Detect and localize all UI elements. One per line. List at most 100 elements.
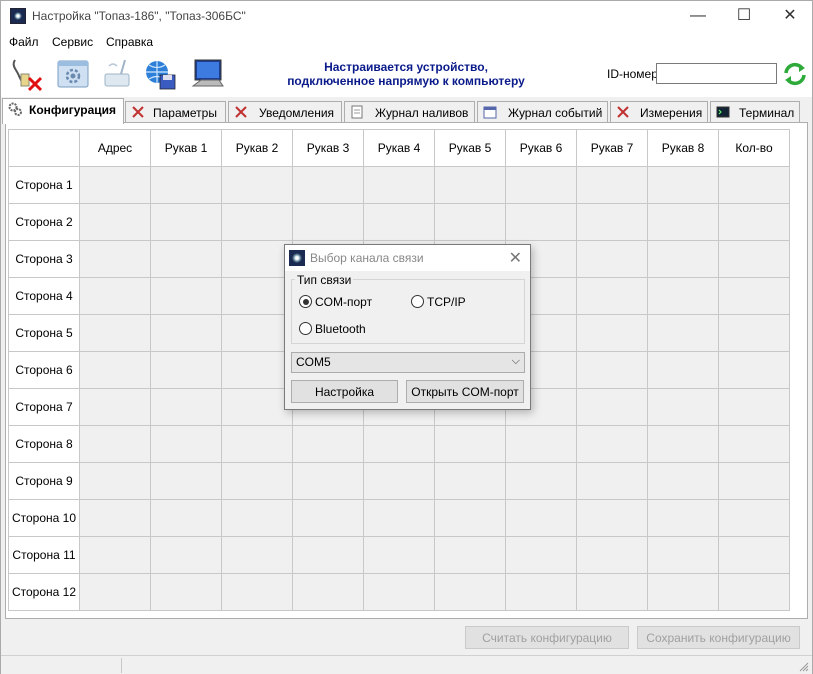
grid-cell[interactable]	[79, 425, 151, 463]
grid-cell[interactable]	[150, 277, 222, 315]
grid-cell[interactable]	[718, 388, 790, 426]
grid-cell[interactable]	[221, 203, 293, 241]
grid-cell[interactable]	[718, 314, 790, 352]
grid-cell[interactable]	[505, 166, 577, 204]
disconnect-icon[interactable]	[9, 56, 45, 92]
grid-col-header[interactable]: Кол-во	[718, 129, 790, 167]
grid-row-header[interactable]: Сторона 2	[8, 203, 80, 241]
grid-cell[interactable]	[292, 536, 364, 574]
grid-cell[interactable]	[647, 425, 719, 463]
grid-cell[interactable]	[718, 240, 790, 278]
grid-cell[interactable]	[292, 573, 364, 611]
grid-cell[interactable]	[505, 203, 577, 241]
grid-col-header[interactable]: Адрес	[79, 129, 151, 167]
grid-cell[interactable]	[434, 536, 506, 574]
grid-cell[interactable]	[221, 573, 293, 611]
grid-cell[interactable]	[79, 388, 151, 426]
grid-cell[interactable]	[221, 166, 293, 204]
grid-cell[interactable]	[363, 166, 435, 204]
tab-terminal[interactable]: Терминал	[710, 101, 800, 123]
refresh-icon[interactable]	[782, 61, 808, 87]
grid-cell[interactable]	[79, 166, 151, 204]
grid-cell[interactable]	[718, 166, 790, 204]
grid-cell[interactable]	[505, 536, 577, 574]
grid-cell[interactable]	[292, 425, 364, 463]
grid-cell[interactable]	[576, 462, 648, 500]
grid-col-header[interactable]: Рукав 6	[505, 129, 577, 167]
resize-grip-icon[interactable]	[799, 662, 809, 672]
grid-cell[interactable]	[363, 573, 435, 611]
grid-cell[interactable]	[718, 425, 790, 463]
grid-row-header[interactable]: Сторона 10	[8, 499, 80, 537]
grid-cell[interactable]	[647, 462, 719, 500]
grid-cell[interactable]	[576, 536, 648, 574]
grid-row-header[interactable]: Сторона 9	[8, 462, 80, 500]
port-select[interactable]: COM5 ⌵	[291, 352, 525, 373]
grid-cell[interactable]	[79, 277, 151, 315]
grid-cell[interactable]	[505, 499, 577, 537]
grid-cell[interactable]	[434, 499, 506, 537]
grid-cell[interactable]	[434, 203, 506, 241]
grid-cell[interactable]	[79, 351, 151, 389]
grid-cell[interactable]	[434, 462, 506, 500]
grid-cell[interactable]	[505, 573, 577, 611]
grid-col-header[interactable]: Рукав 3	[292, 129, 364, 167]
grid-row-header[interactable]: Сторона 8	[8, 425, 80, 463]
grid-cell[interactable]	[576, 277, 648, 315]
grid-row-header[interactable]: Сторона 3	[8, 240, 80, 278]
grid-cell[interactable]	[647, 499, 719, 537]
grid-cell[interactable]	[718, 277, 790, 315]
grid-cell[interactable]	[576, 499, 648, 537]
grid-cell[interactable]	[150, 203, 222, 241]
grid-cell[interactable]	[150, 166, 222, 204]
grid-cell[interactable]	[576, 573, 648, 611]
grid-cell[interactable]	[292, 203, 364, 241]
grid-cell[interactable]	[434, 573, 506, 611]
grid-cell[interactable]	[576, 314, 648, 352]
grid-cell[interactable]	[647, 573, 719, 611]
grid-col-header[interactable]: Рукав 1	[150, 129, 222, 167]
grid-cell[interactable]	[221, 425, 293, 463]
grid-cell[interactable]	[150, 499, 222, 537]
grid-cell[interactable]	[576, 203, 648, 241]
grid-row-header[interactable]: Сторона 11	[8, 536, 80, 574]
tab-notifications[interactable]: Уведомления	[228, 101, 342, 123]
grid-cell[interactable]	[150, 462, 222, 500]
grid-row-header[interactable]: Сторона 1	[8, 166, 80, 204]
grid-cell[interactable]	[292, 166, 364, 204]
tab-configuration[interactable]: Конфигурация	[2, 98, 124, 124]
save-config-button[interactable]: Сохранить конфигурацию	[637, 626, 800, 649]
grid-cell[interactable]	[718, 573, 790, 611]
grid-cell[interactable]	[363, 425, 435, 463]
grid-cell[interactable]	[79, 573, 151, 611]
radio-indicator[interactable]	[299, 295, 312, 308]
grid-cell[interactable]	[576, 240, 648, 278]
grid-cell[interactable]	[79, 499, 151, 537]
grid-cell[interactable]	[576, 166, 648, 204]
grid-cell[interactable]	[647, 277, 719, 315]
grid-cell[interactable]	[718, 462, 790, 500]
grid-col-header[interactable]: Рукав 7	[576, 129, 648, 167]
grid-cell[interactable]	[221, 351, 293, 389]
grid-cell[interactable]	[718, 499, 790, 537]
grid-cell[interactable]	[647, 203, 719, 241]
menu-file[interactable]: Файл	[9, 35, 39, 49]
grid-cell[interactable]	[363, 462, 435, 500]
maximize-button[interactable]: ☐	[721, 1, 767, 32]
radio-indicator[interactable]	[411, 295, 424, 308]
tab-measurements[interactable]: Измерения	[610, 101, 708, 123]
grid-cell[interactable]	[363, 536, 435, 574]
port-setup-button[interactable]: Настройка	[291, 380, 398, 403]
grid-cell[interactable]	[79, 203, 151, 241]
wireless-device-icon[interactable]	[99, 56, 135, 92]
grid-cell[interactable]	[647, 388, 719, 426]
grid-cell[interactable]	[718, 351, 790, 389]
grid-cell[interactable]	[647, 351, 719, 389]
grid-cell[interactable]	[221, 499, 293, 537]
read-config-button[interactable]: Считать конфигурацию	[465, 626, 629, 649]
grid-cell[interactable]	[221, 536, 293, 574]
grid-cell[interactable]	[434, 166, 506, 204]
grid-cell[interactable]	[292, 499, 364, 537]
grid-cell[interactable]	[79, 314, 151, 352]
grid-cell[interactable]	[221, 277, 293, 315]
